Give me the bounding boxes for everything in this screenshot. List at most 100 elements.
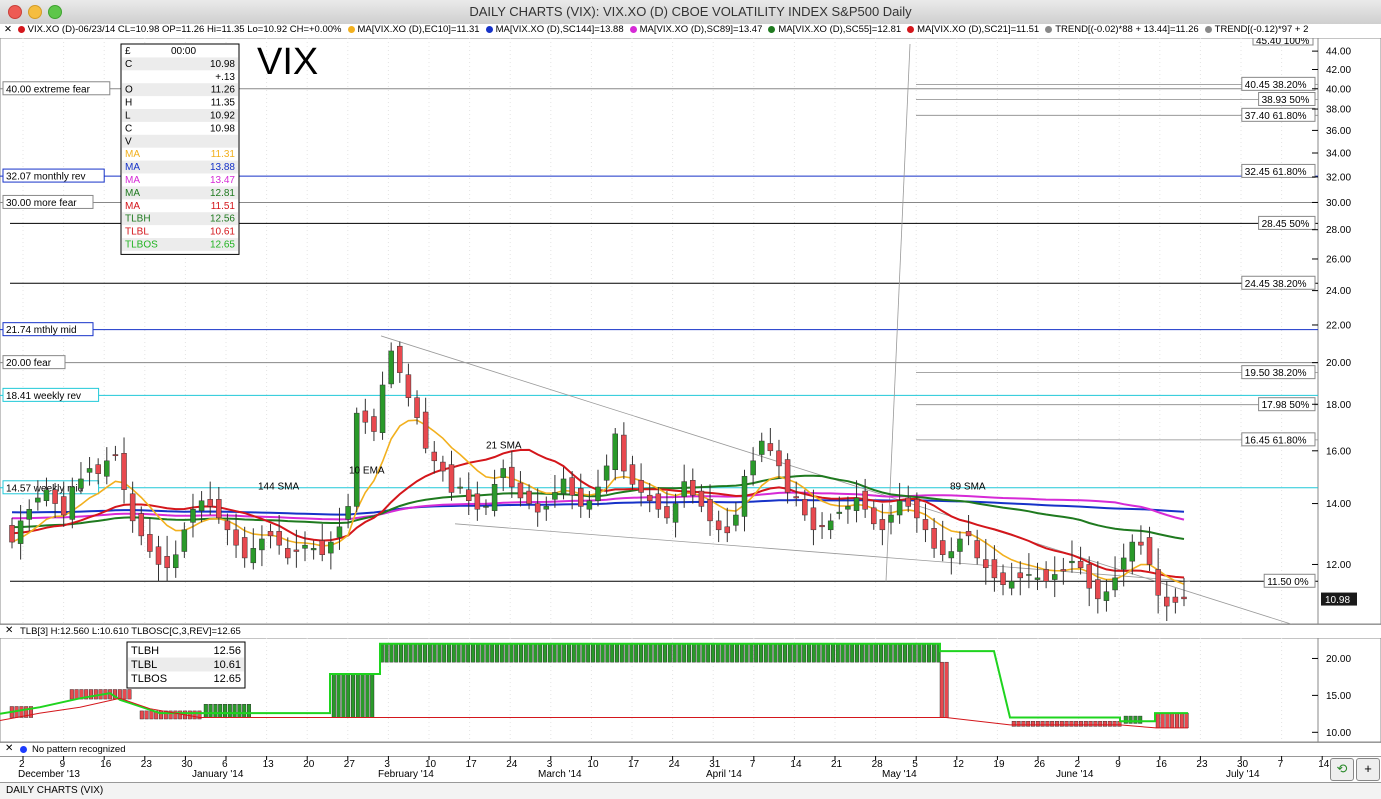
tlb-bar-up [903, 643, 908, 663]
candle-body [1155, 569, 1161, 596]
x-tick-label: 12 [953, 759, 965, 770]
candle-body [888, 514, 894, 523]
tlb-bar-down [1054, 721, 1059, 727]
candle-body [233, 529, 239, 546]
annotation-89sma: 89 SMA [950, 482, 986, 493]
tlb-bar-down [144, 710, 149, 720]
pattern-close-icon[interactable]: ✕ [5, 743, 13, 754]
tlb-bar-up [413, 643, 418, 663]
x-tick-label: 23 [1196, 759, 1208, 770]
fib-label: 37.40 61.80% [1245, 111, 1307, 122]
candle-body [862, 490, 868, 510]
add-chart-button[interactable]: + [1356, 758, 1380, 781]
tlb-bar-up [802, 643, 807, 663]
tlb-bar-down [1160, 712, 1165, 729]
candle-body [26, 508, 32, 520]
candle-body [1120, 557, 1127, 570]
tlb-bar-up [677, 643, 682, 663]
legend-text: MA[VIX.XO (D),SC89]=13.47 [639, 24, 763, 35]
x-tick-label: 16 [1156, 759, 1168, 770]
tlb-bar-up [203, 704, 208, 718]
price-chart[interactable]: 40.00 extreme fear 32.07 monthly rev 30.00… [0, 38, 1381, 624]
tlb-bar-up [427, 643, 432, 663]
tlb-bar-up [706, 643, 711, 663]
tlb-bar-up [826, 643, 831, 663]
candle-body [853, 497, 860, 511]
fib-label: 32.45 61.80% [1245, 167, 1307, 178]
sub-y-tick-label: 15.00 [1326, 691, 1351, 702]
fib-label: 11.50 0% [1267, 577, 1309, 588]
annotation-21sma: 21 SMA [486, 440, 522, 451]
tlb-indicator-legend: ✕ TLB[3] H:12.560 L:10.610 TLBOSC[C,3,RE… [0, 624, 1381, 639]
legend-text: VIX.XO (D)-06/23/14 CL=10.98 OP=11.26 Hi… [27, 24, 342, 35]
candle-body [965, 531, 972, 537]
data-window-value: +.13 [215, 72, 235, 83]
candle-body [164, 556, 170, 569]
data-window-value: 12.81 [210, 188, 235, 199]
tlb-bar-up [418, 643, 423, 663]
tlb-bar-up [403, 643, 408, 663]
tlb-chart[interactable]: TLBH 12.56 TLBL 10.61 TLBOS 12.65 10.00 15.00 2… [0, 638, 1381, 742]
candle-body [612, 433, 618, 471]
refresh-icon[interactable]: ⟲ [1330, 758, 1354, 781]
data-window-key: O [125, 85, 133, 96]
x-tick-label: 17 [628, 759, 640, 770]
data-window-header: £ [125, 46, 131, 57]
candle-body [517, 482, 524, 499]
x-tick-label: 7 [750, 759, 756, 770]
sub-y-tick-label: 10.00 [1326, 728, 1351, 739]
candle-body [1051, 574, 1058, 580]
tlb-bar-up [696, 643, 701, 663]
tlb-bar-up [672, 643, 677, 663]
candle-body [86, 468, 93, 473]
legend-text: TREND[(-0.02)*88 + 13.44]=11.26 [1055, 24, 1199, 35]
tlb-bar-up [528, 643, 533, 663]
status-bar: DAILY CHARTS (VIX) [0, 782, 1381, 799]
candle-body [543, 506, 550, 510]
tlb-bar-up [763, 643, 768, 663]
y-tick-label: 32.00 [1326, 172, 1351, 183]
candle-body [112, 454, 119, 457]
candle-body [741, 476, 748, 517]
legend-item: VIX.XO (D)-06/23/14 CL=10.98 OP=11.26 Hi… [17, 24, 345, 35]
tlb-bar-up [227, 704, 232, 718]
tlb-bar-down [74, 689, 79, 700]
x-tick-label: 13 [263, 759, 275, 770]
tlb-bar-down [1059, 721, 1064, 727]
candle-body [578, 488, 584, 507]
candle-body [931, 528, 937, 549]
candle-body [276, 531, 282, 546]
tlb-bar-up [869, 643, 874, 663]
candle-body [172, 554, 179, 569]
tlb-bar-up [840, 643, 845, 663]
tlb-bar-up [711, 643, 716, 663]
tlb-bar-up [691, 643, 696, 663]
candle-body [905, 497, 911, 507]
candle-body [1138, 541, 1144, 546]
tlb-bar-up [552, 643, 557, 663]
fib-label: 38.93 50% [1262, 95, 1310, 106]
data-window-key: H [125, 98, 132, 109]
status-text: DAILY CHARTS (VIX) [6, 785, 104, 796]
x-tick-label: 24 [669, 759, 681, 770]
tlb-bar-up [514, 643, 519, 663]
candle-body [448, 464, 455, 493]
candle-body [138, 513, 145, 537]
tlb-bar-up [232, 704, 237, 718]
sub-close-icon[interactable]: ✕ [5, 625, 13, 636]
data-window-value: 13.88 [210, 162, 235, 173]
tlb-bar-up [821, 643, 826, 663]
candle-body [474, 493, 481, 510]
tlb-bar-up [912, 643, 917, 663]
legend-close-icon[interactable]: ✕ [4, 24, 12, 35]
data-window-key: MA [125, 162, 140, 173]
tlb-bar-up [237, 704, 242, 718]
tlb-bar-down [1045, 721, 1050, 727]
tlb-bar-up [778, 643, 783, 663]
candle-body [802, 499, 808, 516]
candle-body [819, 525, 825, 528]
data-window-key: MA [125, 175, 140, 186]
candle-body [845, 506, 851, 510]
y-tick-label: 14.00 [1326, 499, 1351, 510]
candle-body [147, 534, 153, 552]
